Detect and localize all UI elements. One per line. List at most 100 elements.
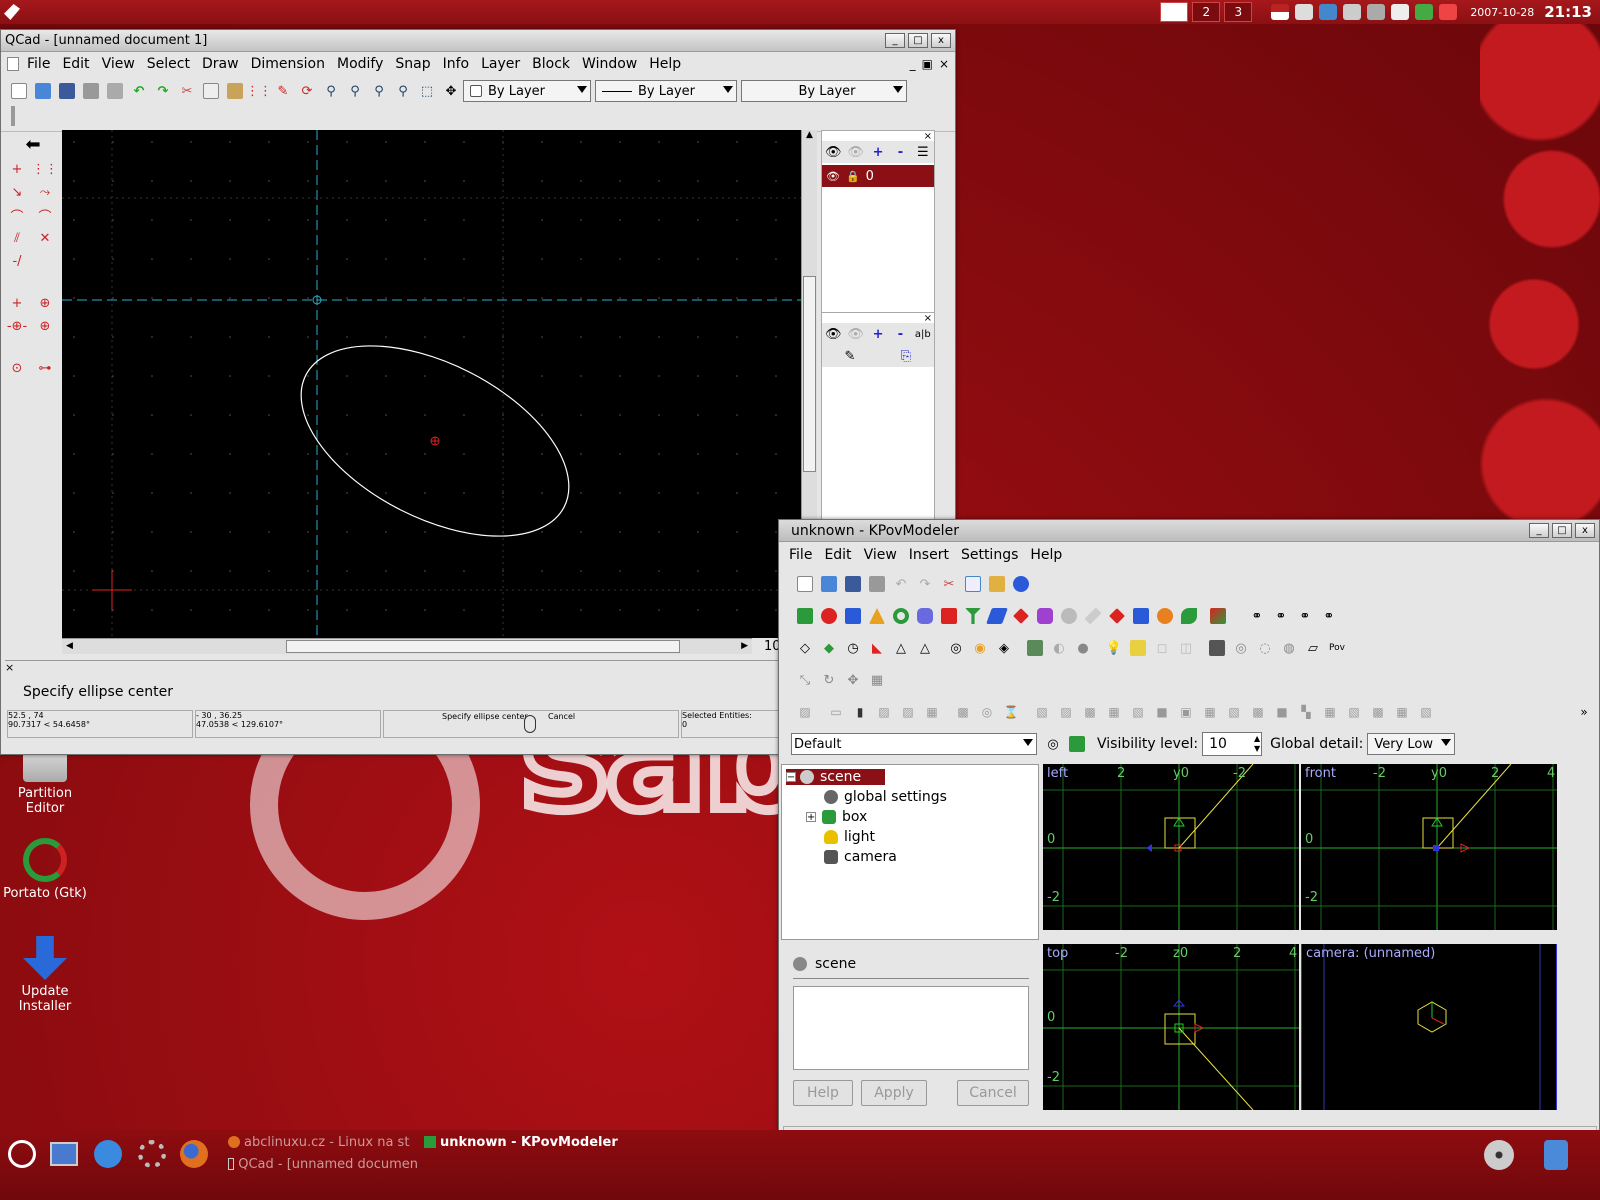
- expand-toggle-icon[interactable]: +: [806, 812, 816, 823]
- union-icon[interactable]: ⚭: [1246, 605, 1268, 627]
- view-layout-combo[interactable]: Default: [791, 733, 1037, 755]
- redo-icon[interactable]: ↷: [152, 80, 174, 102]
- bicubic-patch-icon[interactable]: ◇: [794, 637, 816, 659]
- print-icon[interactable]: [866, 573, 888, 595]
- pigment-icon[interactable]: ◉: [969, 637, 991, 659]
- pattern-leopard2-icon[interactable]: ▩: [1367, 701, 1389, 723]
- snap-middle-icon[interactable]: ⌒: [34, 204, 56, 226]
- declaration-icon[interactable]: [1024, 637, 1046, 659]
- minimize-button[interactable]: _: [1529, 523, 1549, 538]
- pattern-agate-icon[interactable]: ▨: [794, 701, 816, 723]
- snap-distance-icon[interactable]: ⫽: [6, 227, 28, 249]
- view-left[interactable]: left 2 y0 -2 0 -2: [1043, 764, 1299, 930]
- pattern-solid-icon[interactable]: ■: [1151, 701, 1173, 723]
- pattern-onion-icon[interactable]: ▩: [1247, 701, 1269, 723]
- mdi-close-button[interactable]: ×: [936, 57, 955, 71]
- paste-icon[interactable]: [986, 573, 1008, 595]
- box-object-icon[interactable]: [794, 605, 816, 627]
- menu-snap[interactable]: Snap: [389, 56, 436, 72]
- color-combo[interactable]: By Layer: [463, 80, 591, 102]
- zoom-out-icon[interactable]: ⚲: [344, 80, 366, 102]
- menu-edit[interactable]: Edit: [56, 56, 95, 72]
- command-close-icon[interactable]: ×: [5, 661, 781, 674]
- zoom-pan-icon[interactable]: ✥: [440, 80, 462, 102]
- insert-block-icon[interactable]: ⎘: [879, 345, 933, 367]
- paste-icon[interactable]: [224, 80, 246, 102]
- zoom-in-icon[interactable]: ⚲: [320, 80, 342, 102]
- close-button[interactable]: x: [931, 33, 951, 48]
- difference-icon[interactable]: ⚭: [1294, 605, 1316, 627]
- merge-icon[interactable]: ⚭: [1318, 605, 1340, 627]
- workspace-1-button[interactable]: [1160, 2, 1189, 22]
- plane-object-icon[interactable]: [1058, 605, 1080, 627]
- task-qcad[interactable]: QCad - [unnamed documen: [228, 1154, 418, 1174]
- desktop-icon-portato[interactable]: Portato (Gtk): [0, 838, 90, 901]
- toolbar-handle[interactable]: [1, 106, 955, 132]
- pattern-spotted-icon[interactable]: ▦: [1319, 701, 1341, 723]
- undo-icon[interactable]: ↶: [890, 573, 912, 595]
- snap-grid-icon[interactable]: ⋮⋮: [32, 158, 58, 180]
- open-folder-icon[interactable]: [818, 573, 840, 595]
- qcad-titlebar[interactable]: QCad - [unnamed document 1] _ □ x: [1, 30, 955, 52]
- pattern-more-icon[interactable]: ▧: [1415, 701, 1437, 723]
- light-source-icon[interactable]: ◣: [866, 637, 888, 659]
- add-layer-icon[interactable]: +: [868, 141, 888, 163]
- bluetooth-icon[interactable]: [1319, 4, 1338, 20]
- menu-dimension[interactable]: Dimension: [245, 56, 331, 72]
- dvd-drive-icon[interactable]: [1484, 1140, 1514, 1170]
- clock-text[interactable]: 21:13: [1544, 3, 1592, 21]
- pattern-brick-icon[interactable]: ▧: [1223, 701, 1245, 723]
- hscrollbar-thumb[interactable]: [286, 640, 680, 653]
- new-file-icon[interactable]: [794, 573, 816, 595]
- restrict-vertical-icon[interactable]: ⊕: [34, 315, 56, 337]
- clipboard-icon[interactable]: [1343, 4, 1362, 20]
- copy-icon[interactable]: [962, 573, 984, 595]
- grid-icon[interactable]: ⋮⋮: [246, 80, 272, 102]
- lock-relative-zero-icon[interactable]: ⊶: [34, 357, 56, 379]
- pattern-hexagon-icon[interactable]: ▦: [1199, 701, 1221, 723]
- layer-visible-icon[interactable]: 👁: [826, 170, 840, 183]
- hide-all-layers-icon[interactable]: 👁: [845, 141, 865, 163]
- pattern-wrinkles-icon[interactable]: ▨: [1055, 701, 1077, 723]
- csg-object-icon[interactable]: [1207, 605, 1229, 627]
- menu-view[interactable]: View: [96, 56, 141, 72]
- interior-icon[interactable]: ●: [1072, 637, 1094, 659]
- cone-object-icon[interactable]: [866, 605, 888, 627]
- menu-edit[interactable]: Edit: [818, 547, 857, 563]
- triangle-outline-icon[interactable]: △: [890, 637, 912, 659]
- layer-lock-icon[interactable]: 🔒: [846, 170, 860, 183]
- drawing-canvas[interactable]: [62, 130, 801, 638]
- desktop-icon-update-installer[interactable]: Update Installer: [0, 936, 90, 1014]
- settings-gear-icon[interactable]: [138, 1140, 166, 1168]
- menu-window[interactable]: Window: [576, 56, 643, 72]
- notes-icon[interactable]: [1391, 4, 1410, 20]
- task-browser[interactable]: abclinuxu.cz - Linux na st: [228, 1132, 418, 1152]
- height-field-object-icon[interactable]: [1178, 605, 1200, 627]
- menu-layer[interactable]: Layer: [475, 56, 526, 72]
- zoom-previous-icon[interactable]: ⚲: [392, 80, 414, 102]
- normal-icon[interactable]: ◐: [1048, 637, 1070, 659]
- cancel-button[interactable]: Cancel: [957, 1080, 1029, 1106]
- mesh-icon[interactable]: ◆: [818, 637, 840, 659]
- mdi-minimize-button[interactable]: _: [907, 57, 919, 71]
- pattern-radial-icon[interactable]: ▚: [1295, 701, 1317, 723]
- object-tree[interactable]: − scene global settings + box light came…: [781, 764, 1039, 940]
- pattern-mandel-icon[interactable]: ▦: [1391, 701, 1413, 723]
- rename-block-icon[interactable]: a|b: [913, 323, 933, 345]
- zoom-window-icon[interactable]: ⬚: [416, 80, 438, 102]
- menu-modify[interactable]: Modify: [331, 56, 389, 72]
- hide-all-blocks-icon[interactable]: 👁: [845, 323, 865, 345]
- draft-pen-icon[interactable]: ✎: [272, 80, 294, 102]
- blob-object-icon[interactable]: [914, 605, 936, 627]
- cut-icon[interactable]: ✂: [176, 80, 198, 102]
- text-object-icon[interactable]: [1034, 605, 1056, 627]
- maximize-button[interactable]: □: [908, 33, 928, 48]
- menu-insert[interactable]: Insert: [903, 547, 955, 563]
- visibility-level-spinbox[interactable]: 10 ▲ ▼: [1202, 732, 1263, 756]
- redraw-icon[interactable]: ⟳: [296, 80, 318, 102]
- remove-layer-icon[interactable]: -: [890, 141, 910, 163]
- menu-select[interactable]: Select: [141, 56, 196, 72]
- add-block-icon[interactable]: +: [868, 323, 888, 345]
- translate-icon[interactable]: ✥: [842, 669, 864, 691]
- pattern-density-icon[interactable]: ▦: [1103, 701, 1125, 723]
